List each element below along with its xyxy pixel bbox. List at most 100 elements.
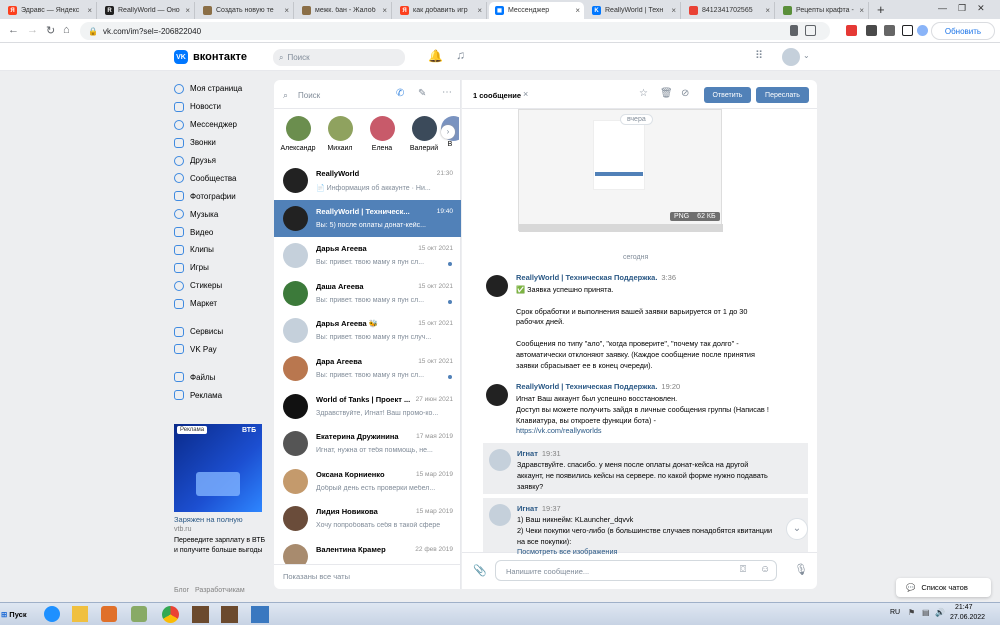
emoji-icon[interactable]: ☺ xyxy=(760,564,770,575)
browser-tab[interactable]: Рецепты крафта - × xyxy=(777,2,869,19)
menu-item-market[interactable]: Маркет xyxy=(174,295,269,313)
menu-item-clips[interactable]: Клипы xyxy=(174,241,269,259)
folder-icon[interactable] xyxy=(72,606,88,622)
menu-item-vkpay[interactable]: VK Pay xyxy=(174,340,269,358)
flag-icon[interactable]: ⚑ xyxy=(908,608,915,617)
attach-icon[interactable]: 📎 xyxy=(473,564,487,577)
message[interactable]: ReallyWorld | Техническая Поддержка. 19:2… xyxy=(486,382,806,437)
puzzle-icon[interactable] xyxy=(884,25,895,36)
url-field[interactable]: 🔒 vk.com/im?sel=-206822040 xyxy=(80,22,830,40)
vk-logo[interactable]: VK вконтакте xyxy=(174,50,247,64)
profile-avatar[interactable] xyxy=(917,25,928,36)
compose-icon[interactable]: ✎ xyxy=(418,88,426,99)
menu-item-files[interactable]: Файлы xyxy=(174,368,269,386)
conversation-item[interactable]: Даша Агеева 15 окт 2021 Вы: привет. твою м… xyxy=(274,275,461,313)
chat-list-button[interactable]: 💬 Список чатов xyxy=(896,578,991,597)
browser-tab[interactable]: K ReallyWorld | Техн × xyxy=(586,2,681,19)
call-icon[interactable]: ✆ xyxy=(396,88,404,99)
conversation-item[interactable]: Екатерина Дружинина 17 мая 2019 Игнат, нуж… xyxy=(274,425,461,463)
menu-item-calls[interactable]: Звонки xyxy=(174,134,269,152)
vk-search-input[interactable]: ⌕ Поиск xyxy=(273,49,405,66)
browser-tab[interactable]: Я Эдравс — Яндекс × xyxy=(2,2,97,19)
extension-icon[interactable] xyxy=(866,25,877,36)
menu-item-communities[interactable]: Сообщества xyxy=(174,169,269,187)
message-link[interactable]: https://vk.com/reallyworlds xyxy=(516,426,772,437)
browser-tab[interactable]: Якак добавить игр × xyxy=(394,2,487,19)
forward-icon[interactable]: → xyxy=(27,24,38,36)
show-all-chats-link[interactable]: Показаны все чаты xyxy=(283,572,350,581)
forward-button[interactable]: Переслать xyxy=(756,87,809,103)
close-icon[interactable]: × xyxy=(382,6,387,15)
conversation-item[interactable]: World of Tanks | Проект ... 27 июн 2021 Зд… xyxy=(274,388,461,426)
chrome-icon[interactable] xyxy=(162,606,179,623)
network-icon[interactable]: ▤ xyxy=(922,608,930,617)
share-icon[interactable] xyxy=(790,25,798,36)
message-selected[interactable]: Игнат 19:31 Здравствуйте. спасибо. у меня… xyxy=(483,443,808,494)
story-item[interactable]: Елена xyxy=(363,116,401,152)
clock-time[interactable]: 21:47 xyxy=(955,604,973,611)
message-input[interactable]: Напишите сообщение... ⌼ ☺ xyxy=(495,560,777,581)
window-controls[interactable]: —❐✕ xyxy=(938,3,996,14)
conversation-item[interactable]: Дарья Агеева 🐝 15 окт 2021 Вы: привет. тво… xyxy=(274,312,461,350)
back-icon[interactable]: ← xyxy=(8,24,19,36)
conversation-item[interactable]: Оксана Корниенко 15 мар 2019 Добрый день е… xyxy=(274,463,461,501)
sidepanel-icon[interactable] xyxy=(902,25,913,36)
browser-tab-active[interactable]: ◼ Мессенджер × xyxy=(489,2,584,19)
music-icon[interactable]: ♫ xyxy=(456,48,465,62)
star-icon[interactable]: ☆ xyxy=(639,88,648,99)
close-icon[interactable]: × xyxy=(185,6,190,15)
trash-icon[interactable]: 🗑 xyxy=(660,88,673,99)
menu-item-games[interactable]: Игры xyxy=(174,259,269,277)
conversation-item[interactable]: Дара Агеева 15 окт 2021 Вы: привет. твою м… xyxy=(274,350,461,388)
image-attachment[interactable]: PNG 62 КБ xyxy=(518,109,723,232)
ad-banner[interactable]: Реклама ВТБ xyxy=(174,424,262,512)
chevron-down-icon[interactable]: ⌄ xyxy=(803,51,810,60)
bookmark-icon[interactable] xyxy=(805,25,816,36)
close-icon[interactable]: × xyxy=(284,6,289,15)
clear-selection-icon[interactable]: × xyxy=(523,89,528,99)
user-avatar[interactable] xyxy=(782,48,800,66)
menu-item-music[interactable]: Музыка xyxy=(174,205,269,223)
message[interactable]: ReallyWorld | Техническая Поддержка. 3:36… xyxy=(486,273,806,373)
more-icon[interactable]: ⋯ xyxy=(442,87,452,98)
browser-tab[interactable]: 8412341702565 × xyxy=(683,2,775,19)
media-player-icon[interactable] xyxy=(101,606,117,622)
clock-date[interactable]: 27.06.2022 xyxy=(950,614,985,621)
message-author[interactable]: ReallyWorld | Техническая Поддержка. 3:36 xyxy=(516,273,676,282)
menu-item-friends[interactable]: Друзья xyxy=(174,152,269,170)
ad-title[interactable]: Заряжен на полную xyxy=(174,515,266,524)
microphone-icon[interactable]: 🎙 xyxy=(794,563,808,576)
view-all-images-link[interactable]: Посмотреть все изображения xyxy=(517,547,773,558)
language-indicator[interactable]: RU xyxy=(890,609,900,616)
message-author[interactable]: Игнат 19:31 xyxy=(517,449,561,458)
reload-icon[interactable]: ↻ xyxy=(46,24,55,37)
home-icon[interactable]: ⌂ xyxy=(63,24,70,36)
message-author[interactable]: ReallyWorld | Техническая Поддержка. 19:2… xyxy=(516,382,680,391)
ie-icon[interactable] xyxy=(44,606,60,622)
close-icon[interactable]: × xyxy=(859,6,864,15)
spam-icon[interactable]: ⊘ xyxy=(681,88,689,99)
new-tab-button[interactable]: + xyxy=(877,2,885,17)
story-item[interactable]: Михаил xyxy=(321,116,359,152)
volume-icon[interactable]: 🔊 xyxy=(935,608,945,617)
update-button[interactable]: Обновить xyxy=(931,22,995,40)
menu-item-messenger[interactable]: Мессенджер xyxy=(174,116,269,134)
browser-tab[interactable]: Создать новую те × xyxy=(197,2,294,19)
chevron-right-icon[interactable]: › xyxy=(441,125,455,139)
conversation-item-selected[interactable]: ReallyWorld | Техническ... 19:40 Вы: 5) по… xyxy=(274,199,461,238)
conversation-item[interactable]: ReallyWorld 21:30 📄 Информация об аккаунте… xyxy=(274,162,461,200)
close-icon[interactable]: × xyxy=(765,6,770,15)
youtube-extension-icon[interactable] xyxy=(846,25,857,36)
menu-item-photos[interactable]: Фотографии xyxy=(174,187,269,205)
paint-icon[interactable] xyxy=(131,606,147,622)
minecraft-icon[interactable] xyxy=(192,606,209,623)
menu-item-ads[interactable]: Реклама xyxy=(174,386,269,404)
close-icon[interactable]: × xyxy=(575,6,580,15)
conversation-item[interactable]: Валентина Крамер 22 фев 2019 xyxy=(274,538,461,564)
close-icon[interactable]: × xyxy=(671,6,676,15)
menu-item-services[interactable]: Сервисы xyxy=(174,323,269,341)
menu-item-video[interactable]: Видео xyxy=(174,223,269,241)
message-selected[interactable]: Игнат 19:37 1) Ваш никнейм: KLauncher_dqv… xyxy=(483,498,808,556)
reply-button[interactable]: Ответить xyxy=(704,87,751,103)
bell-icon[interactable]: 🔔 xyxy=(428,49,443,63)
